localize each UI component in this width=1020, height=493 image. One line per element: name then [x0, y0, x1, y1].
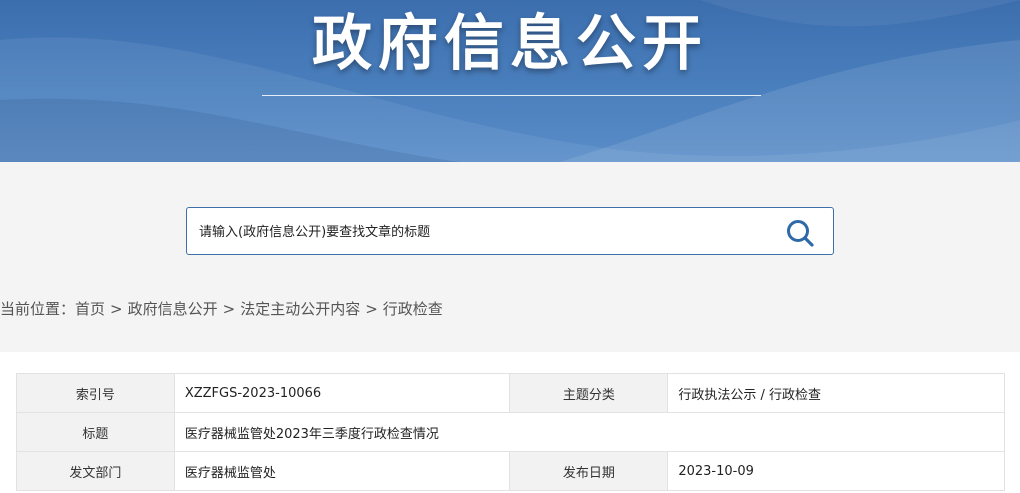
banner-title: 政府信息公开 — [312, 9, 708, 79]
breadcrumb-home[interactable]: 首页 — [75, 300, 105, 318]
breadcrumb: 当前位置：首页 > 政府信息公开 > 法定主动公开内容 > 行政检查 — [0, 298, 443, 320]
breadcrumb-prefix: 当前位置： — [0, 300, 76, 318]
title-value: 医疗器械监管处2023年三季度行政检查情况 — [173, 412, 1006, 452]
search-icon[interactable] — [785, 218, 815, 248]
topic-category-value: 行政执法公示 / 行政检查 — [667, 373, 1005, 413]
publish-date-value: 2023-10-09 — [667, 451, 1005, 491]
breadcrumb-admin-inspection[interactable]: 行政检查 — [383, 300, 443, 318]
breadcrumb-gov-info[interactable]: 政府信息公开 — [128, 300, 218, 318]
table-row: 标题 医疗器械监管处2023年三季度行政检查情况 — [16, 412, 1006, 452]
header-banner: 政府信息公开 — [0, 0, 1020, 162]
publish-date-label: 发布日期 — [509, 451, 669, 491]
index-number-label: 索引号 — [16, 373, 175, 413]
index-number-value: XZZFGS-2023-10066 — [173, 373, 511, 413]
breadcrumb-separator: > — [365, 300, 378, 318]
breadcrumb-statutory-content[interactable]: 法定主动公开内容 — [240, 300, 360, 318]
search-box — [186, 207, 834, 255]
breadcrumb-separator: > — [110, 300, 123, 318]
breadcrumb-separator: > — [222, 300, 236, 318]
search-input[interactable] — [199, 220, 759, 244]
document-info-table: 索引号 XZZFGS-2023-10066 主题分类 行政执法公示 / 行政检查… — [16, 373, 1006, 491]
title-label: 标题 — [16, 412, 175, 452]
topic-category-label: 主题分类 — [509, 373, 669, 413]
table-row: 发文部门 医疗器械监管处 发布日期 2023-10-09 — [16, 451, 1005, 491]
issuing-department-value: 医疗器械监管处 — [173, 451, 511, 491]
table-row: 索引号 XZZFGS-2023-10066 主题分类 行政执法公示 / 行政检查 — [16, 373, 1005, 413]
banner-divider — [262, 95, 761, 96]
search-section — [0, 162, 1020, 352]
issuing-department-label: 发文部门 — [16, 451, 175, 491]
